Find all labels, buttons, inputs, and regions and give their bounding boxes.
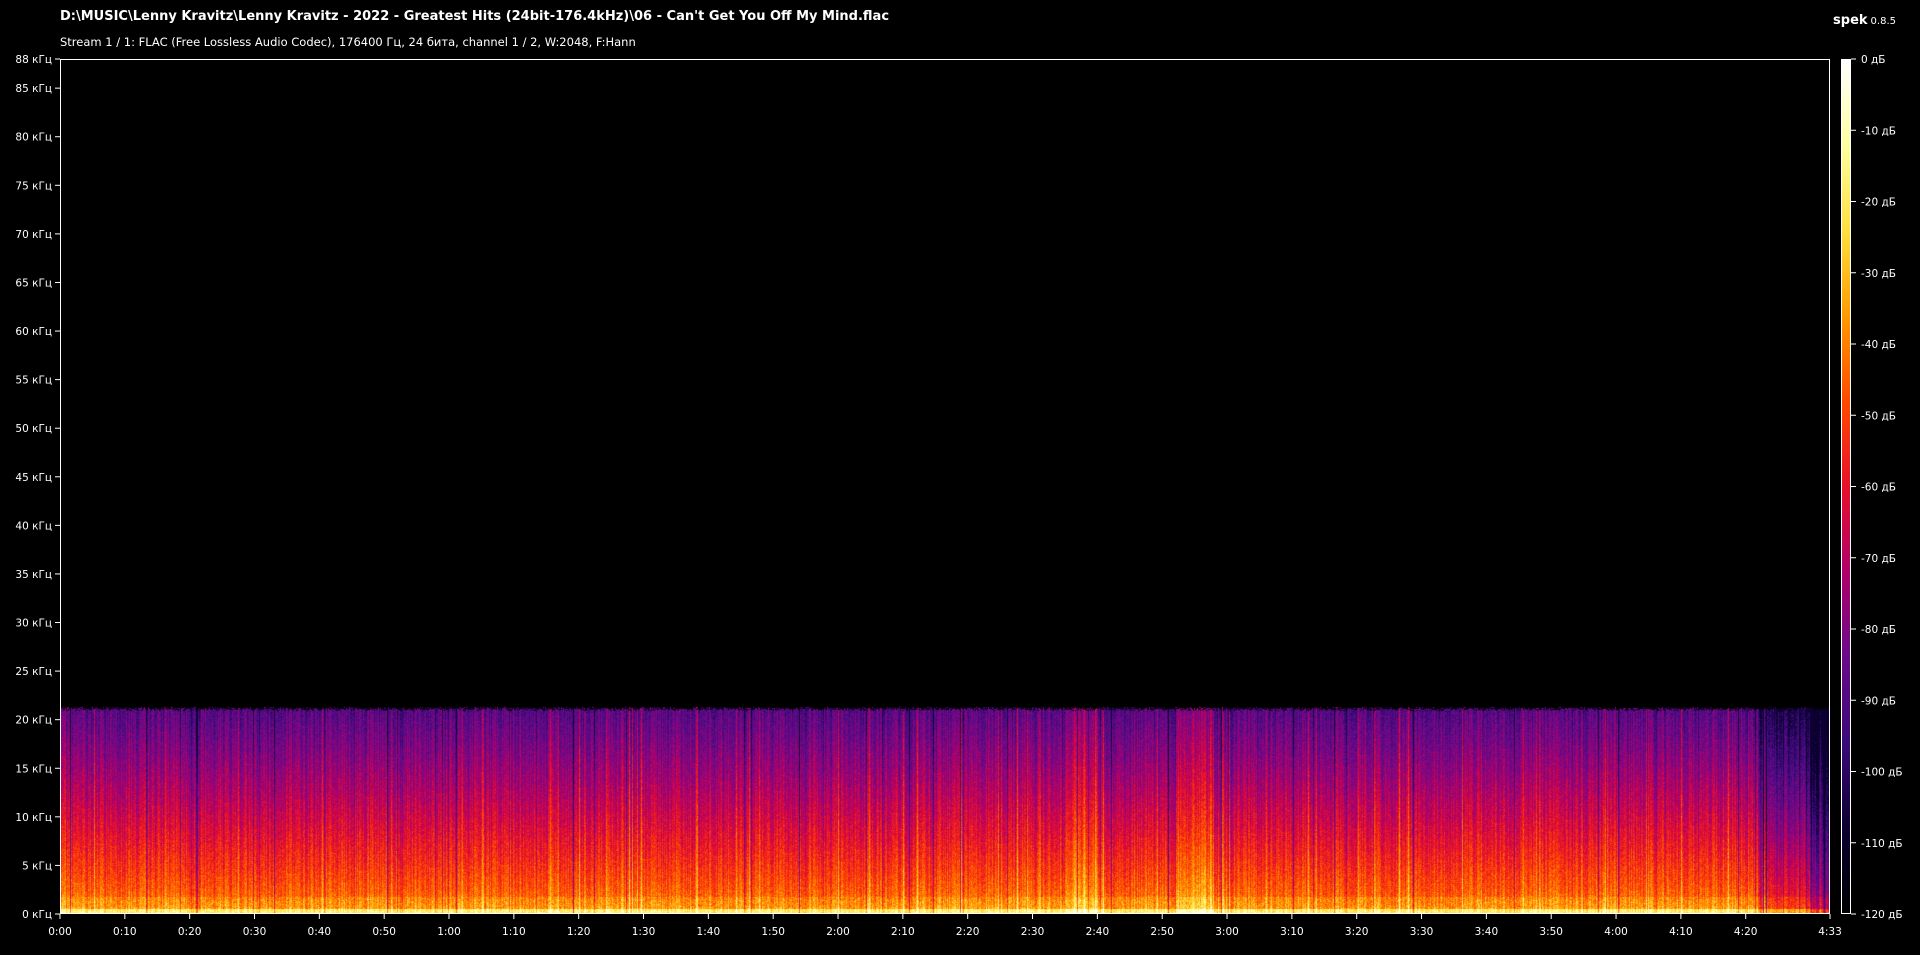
x-tick-label: 0:20 [178,926,202,938]
app-brand: spek 0.8.5 [1833,9,1896,28]
db-tick-label: -110 дБ [1861,838,1903,850]
y-tick-label: 20 кГц [15,715,52,727]
db-tick-label: -120 дБ [1861,909,1903,921]
x-tick-label: 1:20 [567,926,591,938]
x-tick-label: 2:40 [1086,926,1110,938]
x-tick-label: 4:20 [1734,926,1758,938]
db-tick-label: -70 дБ [1861,553,1896,565]
y-tick-label: 85 кГц [15,83,52,95]
y-tick-label: 70 кГц [15,229,52,241]
y-tick-label: 5 кГц [22,860,52,872]
spectrogram-canvas [61,60,1829,913]
y-tick-label: 30 кГц [15,618,52,630]
time-axis: 0:00 0:10 0:20 0:30 0:40 0:50 1:00 1:10 1:20 1:30… [48,914,1842,938]
x-tick-label: 3:20 [1345,926,1369,938]
file-title: D:\MUSIC\Lenny Kravitz\Lenny Kravitz - 2… [60,9,890,24]
x-tick-label: 3:00 [1215,926,1239,938]
x-tick-label: 2:50 [1150,926,1174,938]
x-tick-label: 1:10 [502,926,526,938]
y-tick-label: 10 кГц [15,812,52,824]
x-tick-label: 3:50 [1539,926,1563,938]
db-tick-label: -40 дБ [1861,339,1896,351]
x-tick-label: 3:30 [1410,926,1434,938]
x-tick-label: 4:10 [1669,926,1693,938]
frequency-axis: 0 кГц 5 кГц 10 кГц 15 кГц 20 кГц 25 кГц 30 кГц… [15,54,60,921]
y-tick-label: 60 кГц [15,326,52,338]
spek-window: D:\MUSIC\Lenny Kravitz\Lenny Kravitz - 2… [0,0,1920,955]
spectrogram-plot [60,59,1830,914]
db-colorbar [1841,59,1851,914]
x-tick-label: 0:40 [308,926,332,938]
y-tick-label: 88 кГц [15,54,52,66]
db-tick-label: -50 дБ [1861,410,1896,422]
x-tick-label: 4:00 [1604,926,1628,938]
y-tick-label: 40 кГц [15,520,52,532]
db-tick-label: -60 дБ [1861,482,1896,494]
y-tick-label: 75 кГц [15,180,52,192]
x-tick-label: 0:10 [113,926,137,938]
app-name: spek [1833,13,1868,28]
y-tick-label: 80 кГц [15,132,52,144]
app-version: 0.8.5 [1870,16,1896,27]
db-axis: 0 дБ -10 дБ -20 дБ -30 дБ -40 дБ -50 дБ -60 дБ… [1851,54,1903,921]
x-tick-label: 2:10 [891,926,915,938]
x-tick-label: 1:30 [632,926,656,938]
y-tick-label: 45 кГц [15,472,52,484]
x-tick-label: 4:33 [1818,926,1842,938]
x-tick-label: 1:00 [437,926,461,938]
db-tick-label: -80 дБ [1861,624,1896,636]
x-tick-label: 3:10 [1280,926,1304,938]
y-tick-label: 0 кГц [22,909,52,921]
x-tick-label: 0:00 [48,926,72,938]
db-tick-label: -10 дБ [1861,125,1896,137]
y-tick-label: 35 кГц [15,569,52,581]
y-tick-label: 50 кГц [15,423,52,435]
db-tick-label: 0 дБ [1861,54,1885,66]
db-tick-label: -30 дБ [1861,268,1896,280]
y-tick-label: 55 кГц [15,375,52,387]
y-tick-label: 65 кГц [15,277,52,289]
x-tick-label: 2:30 [1021,926,1045,938]
y-tick-label: 25 кГц [15,666,52,678]
x-tick-label: 2:20 [956,926,980,938]
db-tick-label: -100 дБ [1861,767,1903,779]
db-tick-label: -20 дБ [1861,197,1896,209]
stream-info: Stream 1 / 1: FLAC (Free Lossless Audio … [60,35,636,49]
x-tick-label: 0:50 [372,926,396,938]
x-tick-label: 3:40 [1475,926,1499,938]
db-tick-label: -90 дБ [1861,695,1896,707]
x-tick-label: 0:30 [243,926,267,938]
x-tick-label: 1:50 [761,926,785,938]
x-tick-label: 1:40 [697,926,721,938]
y-tick-label: 15 кГц [15,763,52,775]
x-tick-label: 2:00 [826,926,850,938]
